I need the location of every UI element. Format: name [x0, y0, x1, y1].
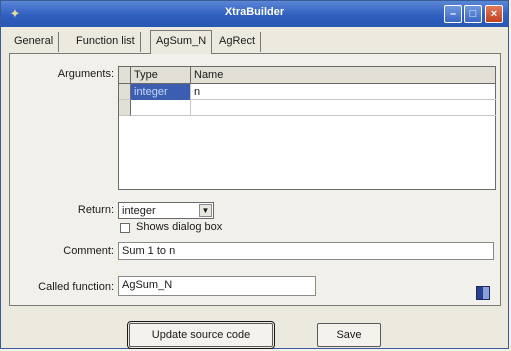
- arguments-grid[interactable]: Type Name integer n: [118, 66, 496, 190]
- panel-icon[interactable]: [476, 286, 490, 300]
- save-button[interactable]: Save: [317, 323, 381, 347]
- called-function-label: Called function:: [38, 281, 114, 293]
- shows-dialog-checkbox[interactable]: [120, 223, 130, 233]
- tab-agsum-n[interactable]: AgSum_N: [150, 30, 213, 54]
- table-row-name-cell[interactable]: n: [191, 84, 496, 100]
- tab-panel: Arguments: Type Name integer n Return: i…: [9, 53, 501, 306]
- return-label: Return:: [77, 204, 114, 216]
- arguments-label: Arguments:: [57, 68, 114, 80]
- called-function-field[interactable]: AgSum_N: [118, 276, 316, 296]
- return-type-select[interactable]: integer ▼: [118, 202, 214, 219]
- comment-field[interactable]: Sum 1 to n: [118, 242, 494, 260]
- update-source-code-button[interactable]: Update source code: [127, 321, 275, 349]
- chevron-down-icon[interactable]: ▼: [199, 204, 212, 217]
- column-header-name[interactable]: Name: [191, 67, 496, 83]
- row-header[interactable]: [119, 84, 131, 100]
- close-button[interactable]: ×: [485, 5, 503, 23]
- xtrabuilder-window: ✦ XtraBuilder – □ × General Function lis…: [0, 0, 509, 349]
- return-type-value: integer: [122, 205, 156, 217]
- window-title: XtraBuilder: [224, 6, 285, 18]
- comment-label: Comment:: [63, 245, 114, 257]
- grid-corner: [119, 67, 131, 83]
- table-row-name-cell[interactable]: [191, 100, 496, 116]
- table-row-type-cell[interactable]: integer: [131, 84, 191, 100]
- table-row-type-cell[interactable]: [131, 100, 191, 116]
- title-bar[interactable]: ✦ XtraBuilder – □ ×: [1, 1, 508, 27]
- tab-agrect[interactable]: AgRect: [214, 32, 262, 52]
- minimize-button[interactable]: –: [444, 5, 462, 23]
- tab-function-list[interactable]: Function list: [71, 32, 141, 52]
- shows-dialog-label: Shows dialog box: [136, 221, 223, 233]
- maximize-button[interactable]: □: [464, 5, 482, 23]
- row-header[interactable]: [119, 100, 131, 116]
- tab-general[interactable]: General: [9, 32, 60, 52]
- column-header-type[interactable]: Type: [131, 67, 191, 83]
